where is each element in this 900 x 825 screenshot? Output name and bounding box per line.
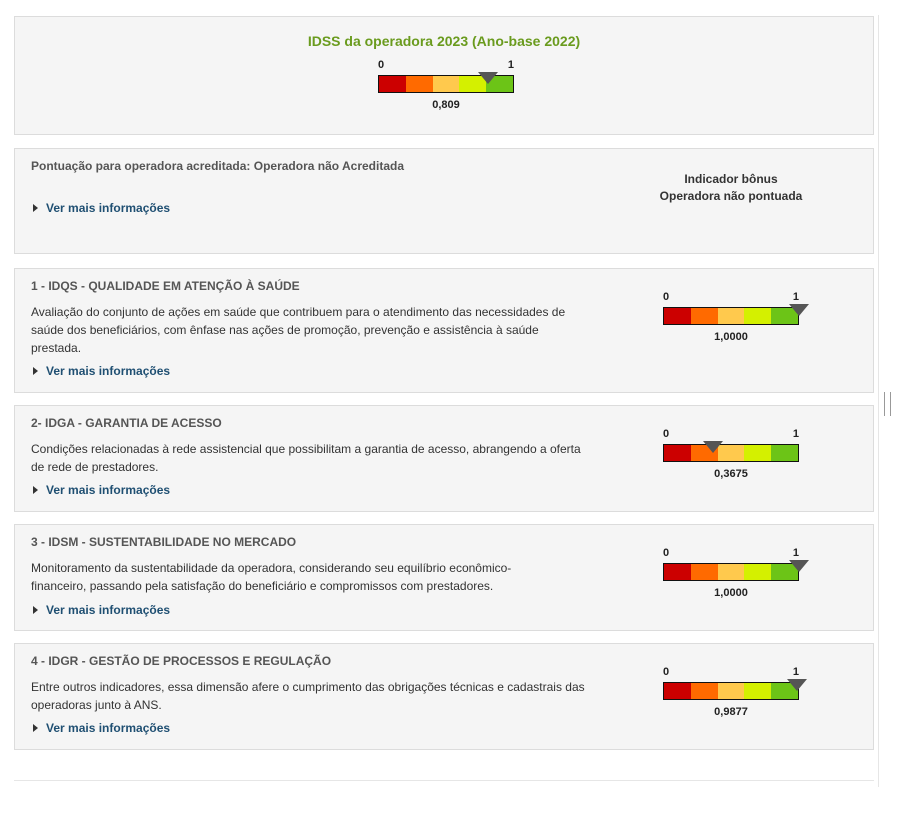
scale-segment-yellow [717,683,745,699]
idss-page: IDSS da operadora 2023 (Ano-base 2022) 0… [13,15,879,787]
gauge-min-label: 0 [663,428,670,440]
accreditation-panel: Pontuação para operadora acreditada: Ope… [14,148,874,254]
gauge-max-label: 1 [792,666,799,678]
scale-segment-green [771,445,798,461]
bonus-title: Indicador bônus [684,172,778,186]
gauge-marker-icon [789,304,809,316]
gauge-value: 1,0000 [714,587,748,599]
gauge-max-label: 1 [792,291,799,303]
divider [14,780,874,781]
gauge-marker-icon [478,72,499,84]
scale-segment-red [664,564,691,580]
scale-segment-red [664,308,691,324]
section-idsm: 3 - IDSM - SUSTENTABILIDADE NO MERCADO M… [14,524,874,631]
expand-triangle-icon [33,724,38,732]
more-info-label: Ver mais informações [46,201,171,215]
gauge-value: 0,809 [432,99,460,111]
gauge-min-label: 0 [663,666,670,678]
section-gauge: 0 1 0,9877 [663,666,808,718]
section-gauge: 0 1 0,3675 [663,428,799,480]
gauge-max-label: 1 [792,547,799,559]
expand-triangle-icon [33,367,38,375]
gauge-marker-icon [789,560,809,572]
gauge-marker-icon [702,441,723,453]
scale-segment-red [379,76,406,92]
scale-segment-yellow [432,76,460,92]
accreditation-text: Pontuação para operadora acreditada: Ope… [31,159,404,173]
scale-segment-red [664,445,691,461]
more-info-label: Ver mais informações [46,603,171,617]
more-info-link[interactable]: Ver mais informações [33,201,170,215]
gauge-scale-bar [663,307,799,325]
section-description: Monitoramento da sustentabilidade da ope… [31,561,512,593]
more-info-label: Ver mais informações [46,721,171,735]
expand-triangle-icon [33,204,38,212]
gauge-max-label: 1 [792,428,799,440]
scale-segment-red [664,683,691,699]
gauge-min-label: 0 [663,291,670,303]
scale-segment-yellow [717,564,745,580]
gauge-max-label: 1 [507,59,514,71]
scale-segment-orange [690,683,718,699]
more-info-link[interactable]: Ver mais informações [33,721,170,735]
section-idqs: 1 - IDQS - QUALIDADE EM ATENÇÃO À SAÚDE … [14,268,874,393]
gauge-marker-icon [787,679,808,691]
more-info-link[interactable]: Ver mais informações [33,364,170,378]
resize-handle[interactable] [884,392,891,416]
gauge-scale-bar [663,682,799,700]
gauge-scale-bar [663,563,799,581]
section-gauge: 0 1 1,0000 [663,547,809,599]
section-title: 2- IDGA - GARANTIA DE ACESSO [31,416,222,430]
more-info-link[interactable]: Ver mais informações [33,603,170,617]
section-description: Condições relacionadas à rede assistenci… [31,442,581,474]
section-title: 3 - IDSM - SUSTENTABILIDADE NO MERCADO [31,535,297,549]
expand-triangle-icon [33,606,38,614]
section-title: 1 - IDQS - QUALIDADE EM ATENÇÃO À SAÚDE [31,279,300,293]
bonus-value: Operadora não pontuada [659,189,803,203]
section-idgr: 4 - IDGR - GESTÃO DE PROCESSOS E REGULAÇ… [14,643,874,750]
more-info-label: Ver mais informações [46,364,171,378]
gauge-scale-bar [663,444,799,462]
section-description: Avaliação do conjunto de ações em saúde … [31,305,566,355]
idss-title: IDSS da operadora 2023 (Ano-base 2022) [307,33,581,49]
scale-segment-lime [744,445,772,461]
scale-segment-lime [744,564,772,580]
gauge-min-label: 0 [378,59,385,71]
gauge-min-label: 0 [663,547,670,559]
gauge-value: 1,0000 [714,331,748,343]
idss-summary-panel: IDSS da operadora 2023 (Ano-base 2022) 0… [14,16,874,135]
section-idga: 2- IDGA - GARANTIA DE ACESSO Condições r… [14,405,874,512]
more-info-link[interactable]: Ver mais informações [33,483,170,497]
scale-segment-lime [744,308,772,324]
scale-segment-yellow [717,308,745,324]
idss-gauge: 0 1 0,809 [378,59,514,111]
scale-segment-lime [744,683,772,699]
gauge-value: 0,9877 [714,706,748,718]
scale-segment-orange [690,308,718,324]
more-info-label: Ver mais informações [46,483,171,497]
bonus-indicator: Indicador bônus Operadora não pontuada [631,171,831,205]
gauge-value: 0,3675 [714,468,748,480]
section-description: Entre outros indicadores, essa dimensão … [31,680,585,712]
expand-triangle-icon [33,486,38,494]
section-gauge: 0 1 1,0000 [663,291,809,343]
scale-segment-orange [690,564,718,580]
section-title: 4 - IDGR - GESTÃO DE PROCESSOS E REGULAÇ… [31,654,332,668]
scale-segment-orange [405,76,433,92]
